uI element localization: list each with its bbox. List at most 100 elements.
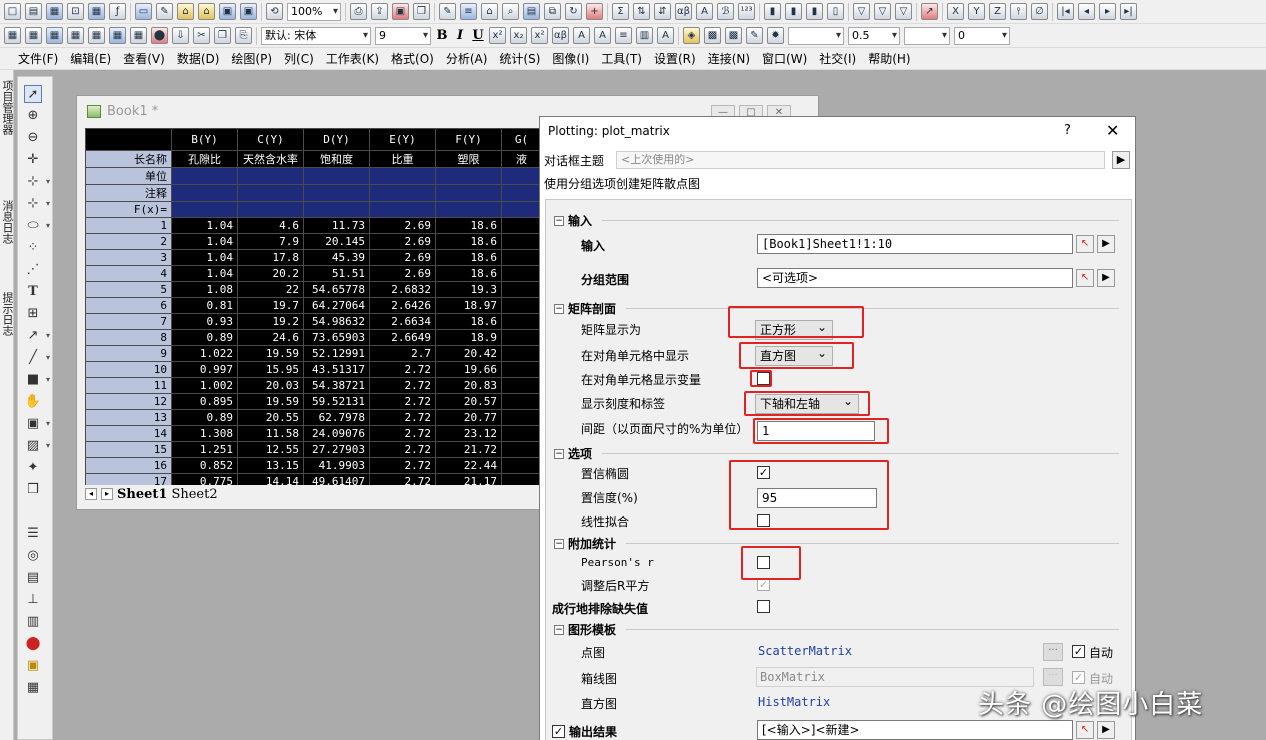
data-cell[interactable]: 4.6 bbox=[237, 217, 304, 234]
project-explorer-icon[interactable]: ⌂ bbox=[481, 3, 498, 20]
data-cell[interactable] bbox=[501, 249, 542, 266]
bold-button[interactable]: B bbox=[435, 28, 449, 43]
zoom-out-icon[interactable]: ⊖ bbox=[24, 129, 42, 147]
data-cell[interactable]: 0.895 bbox=[171, 393, 238, 410]
data-cell[interactable]: 20.55 bbox=[237, 409, 304, 426]
prev-sheet-icon[interactable]: ◂ bbox=[85, 488, 97, 500]
data-cell[interactable]: 18.6 bbox=[435, 217, 502, 234]
scatter-browse-button[interactable]: ··· bbox=[1043, 643, 1063, 661]
label-cell[interactable] bbox=[303, 201, 370, 218]
merge-icon[interactable]: ▦ bbox=[67, 27, 84, 44]
row-number[interactable]: 16 bbox=[85, 457, 172, 474]
new-project-icon[interactable]: □ bbox=[4, 3, 21, 20]
column-header[interactable]: B(Y) bbox=[171, 128, 238, 151]
data-cell[interactable]: 54.65778 bbox=[303, 281, 370, 298]
data-cell[interactable]: 18.9 bbox=[435, 329, 502, 346]
help-button[interactable]: ? bbox=[1064, 123, 1071, 138]
scatter-template-link[interactable]: ScatterMatrix bbox=[758, 644, 852, 658]
line-color-icon[interactable]: ✎ bbox=[746, 27, 763, 44]
tab-sheet1[interactable]: Sheet1 bbox=[117, 487, 167, 502]
print-icon[interactable]: ⎙ bbox=[350, 3, 367, 20]
output-menu-button[interactable]: ▶ bbox=[1097, 721, 1115, 739]
paste-icon[interactable]: ⎘ bbox=[235, 27, 252, 44]
data-cell[interactable]: 1.04 bbox=[171, 233, 238, 250]
hint-log-tab[interactable]: 提示日志 bbox=[0, 292, 14, 336]
data-cell[interactable]: 45.39 bbox=[303, 249, 370, 266]
data-cell[interactable]: 2.6649 bbox=[369, 329, 436, 346]
data-cell[interactable]: 1.308 bbox=[171, 425, 238, 442]
data-cell[interactable]: 0.93 bbox=[171, 313, 238, 330]
circle-icon[interactable]: ◎ bbox=[24, 547, 42, 565]
grid-icon[interactable]: ▦ bbox=[24, 679, 42, 697]
pattern-color-icon[interactable]: ▩ bbox=[725, 27, 742, 44]
data-cell[interactable]: 2.72 bbox=[369, 361, 436, 378]
plot-icon[interactable]: ▦ bbox=[46, 27, 63, 44]
menu-item[interactable]: 数据(D) bbox=[171, 50, 226, 67]
data-cell[interactable]: 43.51317 bbox=[303, 361, 370, 378]
data-cell[interactable] bbox=[501, 441, 542, 458]
data-cell[interactable]: 73.65903 bbox=[303, 329, 370, 346]
long-name-cell[interactable]: 液 bbox=[501, 150, 542, 168]
line-tool-icon[interactable]: ╱ ▾ bbox=[24, 349, 50, 367]
row-number[interactable]: 4 bbox=[85, 265, 172, 282]
3d-rotate-icon[interactable]: ❒ bbox=[24, 481, 42, 499]
menu-item[interactable]: 连接(N) bbox=[702, 50, 756, 67]
scale-icon[interactable]: ✛ bbox=[24, 151, 42, 169]
column-header[interactable]: F(Y) bbox=[435, 128, 502, 151]
column-header[interactable]: C(Y) bbox=[237, 128, 304, 151]
command-window-icon[interactable]: ⌕ bbox=[502, 3, 519, 20]
data-cell[interactable]: 1.04 bbox=[171, 217, 238, 234]
data-cell[interactable] bbox=[501, 393, 542, 410]
menu-item[interactable]: 列(C) bbox=[278, 50, 320, 67]
sheet-icon[interactable]: ▤ bbox=[24, 569, 42, 587]
mask-icon[interactable]: ⬭ ▾ bbox=[24, 217, 50, 235]
label-cell[interactable] bbox=[435, 201, 502, 218]
long-name-cell[interactable]: 孔隙比 bbox=[171, 150, 238, 168]
decrease-font-icon[interactable]: A bbox=[594, 27, 611, 44]
grid-tool-icon[interactable]: ⊞ bbox=[24, 305, 42, 323]
data-cell[interactable]: 18.97 bbox=[435, 297, 502, 314]
draw-data-icon[interactable]: ⁘ bbox=[24, 239, 42, 257]
data-cell[interactable]: 21.17 bbox=[435, 473, 502, 485]
data-cell[interactable]: 2.72 bbox=[369, 393, 436, 410]
row-number[interactable]: 1 bbox=[85, 217, 172, 234]
data-cell[interactable]: 23.12 bbox=[435, 425, 502, 442]
data-cell[interactable] bbox=[501, 265, 542, 282]
row-label[interactable]: 长名称 bbox=[85, 150, 172, 168]
data-cell[interactable]: 2.6634 bbox=[369, 313, 436, 330]
font-combo[interactable]: 默认: 宋体 bbox=[261, 26, 371, 45]
data-cell[interactable]: 11.58 bbox=[237, 425, 304, 442]
lasso-icon[interactable]: ✦ bbox=[24, 459, 42, 477]
group-select-icon[interactable]: ↖ bbox=[1076, 269, 1094, 287]
data-cell[interactable]: 21.72 bbox=[435, 441, 502, 458]
data-cell[interactable]: 59.52131 bbox=[303, 393, 370, 410]
set-y-icon[interactable]: Y bbox=[968, 3, 985, 20]
row-label[interactable]: F(x)= bbox=[85, 201, 172, 218]
first-column-icon[interactable]: |◂ bbox=[1057, 3, 1074, 20]
rank-icon[interactable]: ⇵ bbox=[654, 3, 671, 20]
recalculate-icon[interactable]: ⟲ bbox=[266, 3, 283, 20]
align-icon[interactable]: ≡ bbox=[615, 27, 632, 44]
pattern-icon[interactable]: ▩ bbox=[704, 27, 721, 44]
data-cell[interactable]: 19.3 bbox=[435, 281, 502, 298]
greek-icon[interactable]: αβ bbox=[552, 27, 569, 44]
subscript-icon[interactable]: x₂ bbox=[510, 27, 527, 44]
row-number[interactable]: 17 bbox=[85, 473, 172, 485]
data-cell[interactable]: 2.6426 bbox=[369, 297, 436, 314]
marker-icon[interactable]: ▣ bbox=[24, 657, 42, 675]
angle-combo[interactable]: 0 bbox=[954, 26, 1010, 45]
data-cell[interactable] bbox=[501, 473, 542, 485]
annotation-icon[interactable]: ▣ ▾ bbox=[24, 415, 50, 433]
label-cell[interactable] bbox=[303, 184, 370, 202]
data-cell[interactable]: 54.98632 bbox=[303, 313, 370, 330]
set-z-icon[interactable]: Z bbox=[989, 3, 1006, 20]
menu-item[interactable]: 工作表(K) bbox=[320, 50, 385, 67]
section-input[interactable]: − 输入 bbox=[554, 212, 1119, 229]
axis-icon[interactable]: ⊥ bbox=[24, 591, 42, 609]
stop-icon[interactable]: ⬤ bbox=[24, 635, 42, 653]
long-name-cell[interactable]: 塑限 bbox=[435, 150, 502, 168]
data-cell[interactable] bbox=[501, 457, 542, 474]
superscript-icon[interactable]: x² bbox=[489, 27, 506, 44]
row-number[interactable]: 12 bbox=[85, 393, 172, 410]
copy-page-icon[interactable]: ▣ bbox=[392, 3, 409, 20]
